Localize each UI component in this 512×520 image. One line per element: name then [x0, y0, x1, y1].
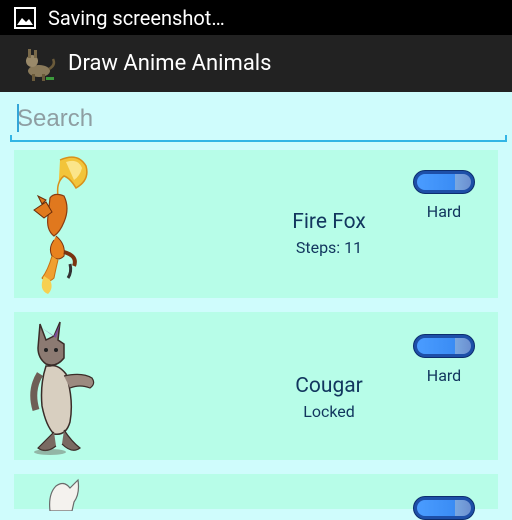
fire-fox-image [33, 156, 88, 294]
toggle-thumb [417, 174, 471, 190]
list-item[interactable]: Cougar Locked Hard [14, 312, 498, 460]
search-underline-right-tick [505, 135, 507, 142]
animal-status: Steps: 11 [295, 238, 363, 257]
text-cursor [17, 104, 19, 132]
difficulty-toggle[interactable] [413, 334, 475, 358]
status-bar: Saving screenshot… [0, 0, 512, 35]
cougar-image [30, 321, 95, 455]
search-bar [10, 92, 507, 144]
item-info: Cougar Locked [244, 374, 414, 421]
animal-name: Fire Fox [292, 210, 366, 234]
search-underline [10, 140, 507, 142]
app-animal-icon[interactable] [20, 45, 58, 83]
difficulty-toggle[interactable] [413, 170, 475, 194]
difficulty [412, 496, 476, 520]
item-info: Fire Fox Steps: 11 [244, 210, 414, 257]
difficulty: Hard [412, 334, 476, 385]
toggle-thumb [417, 500, 471, 516]
app-title: Draw Anime Animals [68, 51, 272, 76]
difficulty-label: Hard [426, 202, 462, 221]
animal-status: Locked [303, 402, 355, 421]
search-input[interactable] [10, 100, 507, 138]
difficulty-toggle[interactable] [413, 496, 475, 520]
list-item[interactable] [14, 474, 498, 520]
status-text: Saving screenshot… [48, 5, 225, 30]
search-underline-left-tick [10, 135, 12, 142]
difficulty: Hard [412, 170, 476, 221]
difficulty-label: Hard [426, 366, 462, 385]
animal-image [49, 478, 80, 511]
list-item[interactable]: Fire Fox Steps: 11 Hard [14, 150, 498, 298]
action-bar: Draw Anime Animals [0, 35, 512, 92]
image-icon [14, 6, 36, 29]
animal-name: Cougar [295, 374, 363, 398]
toggle-thumb [417, 338, 471, 354]
